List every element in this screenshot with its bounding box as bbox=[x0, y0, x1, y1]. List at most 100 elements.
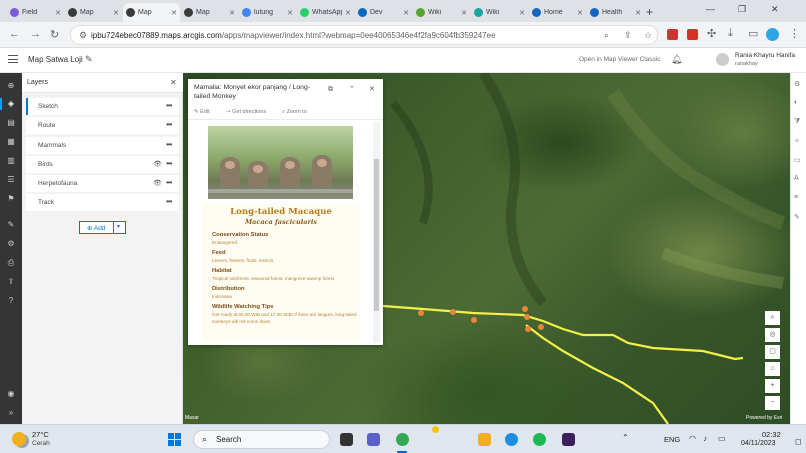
expand-icon[interactable]: » bbox=[5, 407, 17, 419]
tab-close-icon[interactable]: ✕ bbox=[287, 9, 293, 17]
chevron-down-icon[interactable]: ▾ bbox=[117, 223, 120, 230]
extensions-puzzle-icon[interactable]: ✣ bbox=[707, 27, 716, 40]
legend-icon[interactable]: ☰ bbox=[5, 174, 17, 186]
tab-close-icon[interactable]: ✕ bbox=[171, 9, 177, 17]
sketch-tool-icon[interactable]: ✎ bbox=[794, 213, 800, 221]
sidebar-icon[interactable]: ▭ bbox=[748, 27, 758, 40]
tab-close-icon[interactable]: ✕ bbox=[461, 9, 467, 17]
reload-icon[interactable]: ↻ bbox=[50, 28, 59, 41]
bookmarks-icon[interactable]: ⚑ bbox=[5, 193, 17, 205]
layer-row-mammals[interactable]: Mammals ••• bbox=[26, 137, 179, 154]
close-icon[interactable]: ✕ bbox=[170, 78, 177, 87]
start-button[interactable] bbox=[168, 433, 182, 447]
layer-row-route[interactable]: Route ••• bbox=[26, 117, 179, 134]
browser-tab[interactable]: Home ✕ bbox=[529, 3, 586, 22]
tables-icon[interactable]: ▤ bbox=[5, 117, 17, 129]
layers-icon[interactable]: ◈ bbox=[5, 98, 17, 110]
popup-scrollbar[interactable] bbox=[373, 122, 380, 343]
fullscreen-icon[interactable]: ▢ bbox=[765, 345, 780, 359]
notification-bell-icon[interactable]: 🔔︎ bbox=[671, 54, 682, 65]
help-icon[interactable]: ? bbox=[5, 295, 17, 307]
add-layer-icon[interactable]: ⊕ bbox=[5, 80, 17, 92]
bookmark-star-icon[interactable]: ☆ bbox=[644, 30, 652, 41]
terminal-icon[interactable] bbox=[562, 433, 575, 446]
back-icon[interactable]: ← bbox=[9, 28, 20, 40]
more-options-icon[interactable]: ••• bbox=[166, 140, 172, 149]
eye-icon[interactable]: 👁︎ bbox=[153, 179, 162, 187]
browser-tab[interactable]: WhatsApp ✕ bbox=[297, 3, 354, 22]
clock-time[interactable]: 02:32 bbox=[762, 430, 781, 439]
chrome-icon[interactable] bbox=[396, 433, 409, 446]
mendeley-icon[interactable] bbox=[687, 29, 698, 40]
share-icon[interactable]: ⇪ bbox=[624, 30, 632, 41]
browser-tab[interactable]: Map ✕ bbox=[123, 3, 180, 22]
edit-action[interactable]: ✎ Edit bbox=[194, 109, 210, 115]
notification-icon[interactable]: ◻ bbox=[795, 437, 802, 446]
settings-icon[interactable]: ⚙ bbox=[5, 238, 17, 250]
zoom-out-icon[interactable]: − bbox=[765, 396, 780, 410]
restore-icon[interactable]: ❐ bbox=[738, 4, 746, 15]
weather-icon[interactable] bbox=[12, 432, 26, 446]
new-tab-button[interactable]: + bbox=[646, 5, 653, 19]
sketch-icon[interactable]: ✎ bbox=[5, 219, 17, 231]
charts-icon[interactable]: ▥ bbox=[5, 155, 17, 167]
url-text[interactable]: ipbu724ebec07889.maps.arcgis.com/apps/ma… bbox=[91, 31, 496, 40]
teams-icon[interactable] bbox=[367, 433, 380, 446]
filter-icon[interactable]: ⧩ bbox=[794, 118, 800, 126]
file-explorer-icon[interactable] bbox=[478, 433, 491, 446]
close-popup-icon[interactable]: ✕ bbox=[369, 85, 375, 93]
close-window-icon[interactable]: ✕ bbox=[771, 4, 779, 15]
search-map-icon[interactable]: ⌕ bbox=[765, 311, 780, 325]
forward-icon[interactable]: → bbox=[30, 28, 41, 40]
effects-icon[interactable]: ✧ bbox=[794, 137, 800, 145]
browser-tab[interactable]: Health ✕ bbox=[587, 3, 644, 22]
open-classic-link[interactable]: Open in Map Viewer Classic bbox=[579, 56, 661, 63]
home-icon[interactable]: ⌂ bbox=[765, 362, 780, 376]
profile-avatar[interactable] bbox=[766, 28, 779, 41]
tray-overflow-icon[interactable]: ⌃ bbox=[622, 433, 629, 442]
fields-icon[interactable]: ≡ bbox=[794, 194, 798, 201]
collapse-icon[interactable]: ⌃ bbox=[349, 85, 355, 93]
layer-row-herpetofauna[interactable]: Herpetofauna 👁︎ ••• bbox=[26, 175, 179, 192]
browser-tab[interactable]: lutung ✕ bbox=[239, 3, 296, 22]
layer-row-birds[interactable]: Birds 👁︎ ••• bbox=[26, 156, 179, 173]
layer-row-track[interactable]: Track ••• bbox=[26, 194, 179, 211]
locate-icon[interactable]: ◉ bbox=[5, 388, 17, 400]
user-avatar[interactable] bbox=[716, 53, 729, 66]
browser-tab[interactable]: Wiki ✕ bbox=[471, 3, 528, 22]
weather-description[interactable]: Cerah bbox=[32, 440, 50, 447]
locate-me-icon[interactable]: ◎ bbox=[765, 328, 780, 342]
weather-temperature[interactable]: 27°C bbox=[32, 430, 49, 439]
more-options-icon[interactable]: ••• bbox=[166, 120, 172, 129]
browser-tab[interactable]: Wiki ✕ bbox=[413, 3, 470, 22]
more-options-icon[interactable]: ••• bbox=[166, 178, 172, 187]
print-icon[interactable]: ⎙ bbox=[5, 257, 17, 269]
scrollbar-thumb[interactable] bbox=[374, 159, 379, 311]
edge-icon[interactable] bbox=[505, 433, 518, 446]
spotify-icon[interactable] bbox=[533, 433, 546, 446]
chrome-menu-icon[interactable]: ⋮ bbox=[789, 27, 800, 40]
more-options-icon[interactable]: ••• bbox=[166, 159, 172, 168]
labels-icon[interactable]: A bbox=[794, 175, 799, 182]
browser-tab[interactable]: Map ✕ bbox=[181, 3, 238, 22]
download-icon[interactable]: ⤓ bbox=[728, 27, 733, 40]
more-options-icon[interactable]: ••• bbox=[166, 101, 172, 110]
extension-icon[interactable] bbox=[667, 29, 678, 40]
search-icon[interactable]: ⌕ bbox=[604, 30, 609, 41]
clock-date[interactable]: 04/11/2023 bbox=[741, 440, 776, 447]
properties-icon[interactable]: ⚙ bbox=[794, 80, 800, 88]
browser-tab[interactable]: Field ✕ bbox=[7, 3, 64, 22]
wifi-icon[interactable]: ◠ bbox=[689, 434, 696, 443]
powered-by[interactable]: Powered by Esri bbox=[746, 415, 782, 421]
pencil-icon[interactable]: ✎ bbox=[85, 54, 93, 65]
tab-close-icon[interactable]: ✕ bbox=[55, 9, 61, 17]
browser-tab[interactable]: Dev ✕ bbox=[355, 3, 412, 22]
tab-close-icon[interactable]: ✕ bbox=[113, 9, 119, 17]
tab-close-icon[interactable]: ✕ bbox=[635, 9, 641, 17]
address-bar[interactable]: ⚙ ipbu724ebec07889.maps.arcgis.com/apps/… bbox=[70, 25, 658, 45]
taskbar-search[interactable]: ⌕ Search bbox=[193, 430, 330, 449]
eye-icon[interactable]: 👁︎ bbox=[153, 160, 162, 168]
zoom-in-icon[interactable]: + bbox=[765, 379, 780, 393]
tab-close-icon[interactable]: ✕ bbox=[229, 9, 235, 17]
zoom-to-action[interactable]: ⌕ Zoom to bbox=[282, 109, 307, 116]
